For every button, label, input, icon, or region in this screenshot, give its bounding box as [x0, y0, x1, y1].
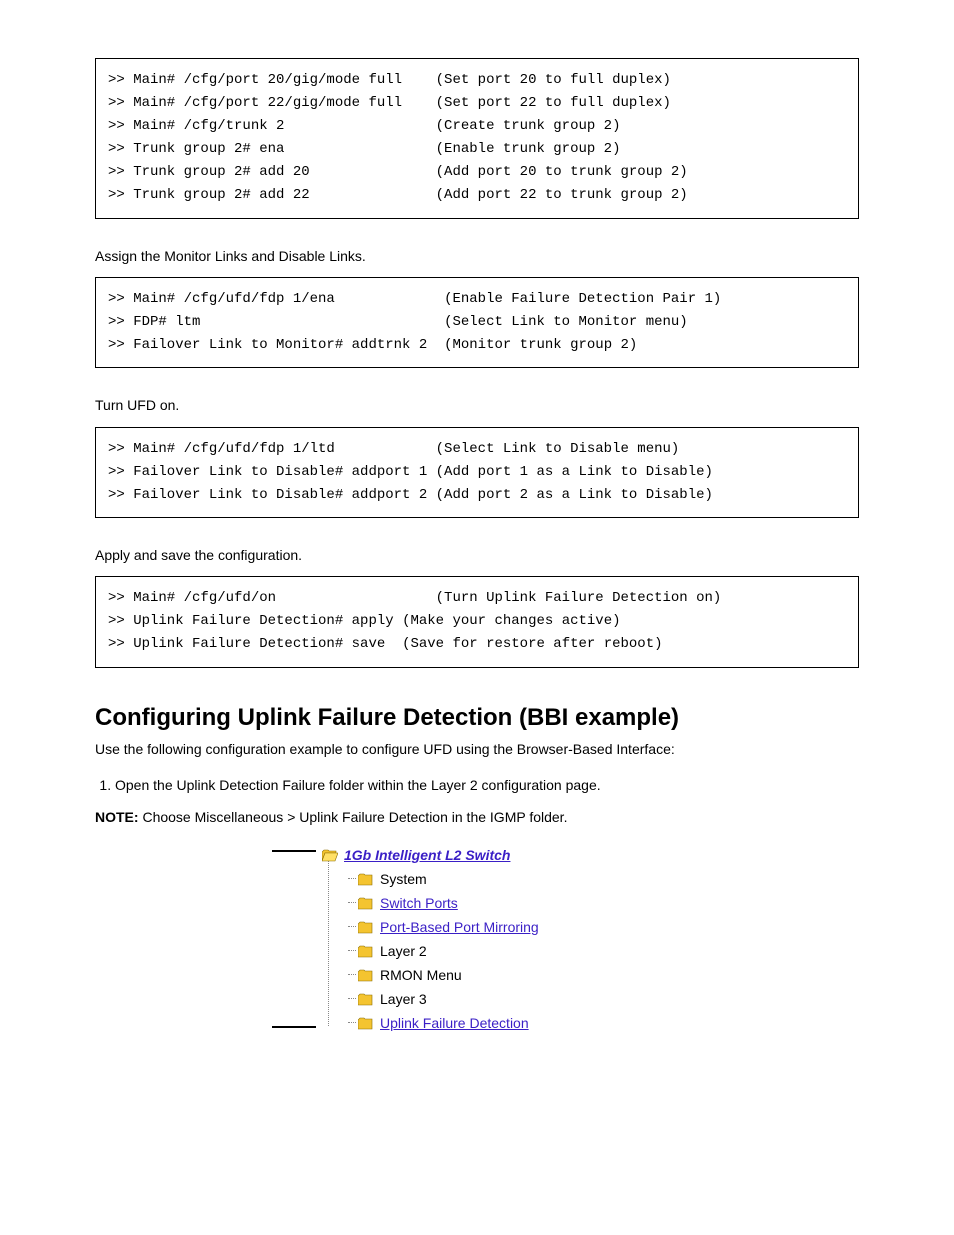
tree-item-label: Layer 2 — [380, 943, 427, 959]
box1-line: >> Main# /cfg/trunk 2 (Create trunk grou… — [108, 115, 846, 138]
box2-line: >> Main# /cfg/ufd/fdp 1/ena (Enable Fail… — [108, 288, 846, 311]
paragraph-apply-save: Apply and save the configuration. — [95, 544, 859, 566]
cli-comment: (Set port 20 to full duplex) — [436, 69, 671, 92]
cli-comment: (Save for restore after reboot) — [402, 633, 662, 656]
box1-line: >> Main# /cfg/port 22/gig/mode full (Set… — [108, 92, 846, 115]
folder-closed-icon — [358, 921, 374, 934]
cli-command: >> Failover Link to Disable# addport 1 — [108, 461, 436, 484]
box1-line: >> Trunk group 2# add 22 (Add port 22 to… — [108, 184, 846, 207]
folder-closed-icon — [358, 969, 374, 982]
paragraph-assign-links: Assign the Monitor Links and Disable Lin… — [95, 245, 859, 267]
nav-tree: 1Gb Intelligent L2 Switch System Switch Po… — [322, 843, 632, 1035]
tree-callout-line-bottom — [272, 1026, 316, 1028]
cli-command: >> Trunk group 2# ena — [108, 138, 436, 161]
folder-closed-icon — [358, 1017, 374, 1030]
box4-line: >> Main# /cfg/ufd/on (Turn Uplink Failur… — [108, 587, 846, 610]
cli-command: >> Failover Link to Disable# addport 2 — [108, 484, 436, 507]
tree-item-label: RMON Menu — [380, 967, 462, 983]
cli-comment: (Add port 2 as a Link to Disable) — [436, 484, 713, 507]
box1-line: >> Trunk group 2# add 20 (Add port 20 to… — [108, 161, 846, 184]
box3-line: >> Failover Link to Disable# addport 2 (… — [108, 484, 846, 507]
box2-line: >> FDP# ltm (Select Link to Monitor menu… — [108, 311, 846, 334]
folder-closed-icon — [358, 993, 374, 1006]
note-text: Choose Miscellaneous > Uplink Failure De… — [139, 809, 568, 825]
cli-comment: (Enable trunk group 2) — [436, 138, 621, 161]
cli-command: >> Main# /cfg/ufd/on — [108, 587, 436, 610]
code-box-1: >> Main# /cfg/port 20/gig/mode full (Set… — [95, 58, 859, 219]
box3-line: >> Failover Link to Disable# addport 1 (… — [108, 461, 846, 484]
box1-line: >> Main# /cfg/port 20/gig/mode full (Set… — [108, 69, 846, 92]
tree-root-label[interactable]: 1Gb Intelligent L2 Switch — [344, 847, 510, 863]
cli-command: >> Trunk group 2# add 20 — [108, 161, 436, 184]
box4-line: >> Uplink Failure Detection# save (Save … — [108, 633, 846, 656]
box1-line: >> Trunk group 2# ena (Enable trunk grou… — [108, 138, 846, 161]
cli-command: >> FDP# ltm — [108, 311, 444, 334]
tree-item-label[interactable]: Port-Based Port Mirroring — [380, 919, 539, 935]
cli-command: >> Main# /cfg/port 22/gig/mode full — [108, 92, 436, 115]
cli-comment: (Select Link to Disable menu) — [436, 438, 680, 461]
tree-root[interactable]: 1Gb Intelligent L2 Switch System Switch Po… — [322, 843, 632, 1035]
cli-command: >> Main# /cfg/ufd/fdp 1/ena — [108, 288, 444, 311]
cli-comment: (Add port 22 to trunk group 2) — [436, 184, 688, 207]
cli-comment: (Add port 20 to trunk group 2) — [436, 161, 688, 184]
step-1: Open the Uplink Detection Failure folder… — [115, 774, 859, 796]
box4-line: >> Uplink Failure Detection# apply (Make… — [108, 610, 846, 633]
cli-command: >> Main# /cfg/ufd/fdp 1/ltd — [108, 438, 436, 461]
tree-item[interactable]: RMON Menu — [342, 963, 632, 987]
cli-comment: (Enable Failure Detection Pair 1) — [444, 288, 721, 311]
folder-open-icon — [322, 849, 338, 862]
tree-item-label[interactable]: Switch Ports — [380, 895, 458, 911]
cli-comment: (Turn Uplink Failure Detection on) — [436, 587, 722, 610]
cli-command: >> Trunk group 2# add 22 — [108, 184, 436, 207]
box3-line: >> Main# /cfg/ufd/fdp 1/ltd (Select Link… — [108, 438, 846, 461]
code-box-3: >> Main# /cfg/ufd/fdp 1/ltd (Select Link… — [95, 427, 859, 518]
tree-item[interactable]: Layer 2 — [342, 939, 632, 963]
tree-item[interactable]: System — [342, 867, 632, 891]
tree-item[interactable]: Uplink Failure Detection — [342, 1011, 632, 1035]
note-block: NOTE: Choose Miscellaneous > Uplink Fail… — [95, 806, 859, 828]
cli-comment: (Create trunk group 2) — [436, 115, 621, 138]
box2-line: >> Failover Link to Monitor# addtrnk 2 (… — [108, 334, 846, 357]
tree-callout-line-top — [272, 850, 316, 852]
paragraph-turn-ufd-on: Turn UFD on. — [95, 394, 859, 416]
cli-comment: (Set port 22 to full duplex) — [436, 92, 671, 115]
folder-closed-icon — [358, 873, 374, 886]
cli-comment: (Add port 1 as a Link to Disable) — [436, 461, 713, 484]
code-box-2: >> Main# /cfg/ufd/fdp 1/ena (Enable Fail… — [95, 277, 859, 368]
folder-closed-icon — [358, 945, 374, 958]
code-box-4: >> Main# /cfg/ufd/on (Turn Uplink Failur… — [95, 576, 859, 667]
tree-item[interactable]: Switch Ports — [342, 891, 632, 915]
bbi-intro-text: Use the following configuration example … — [95, 738, 859, 760]
tree-item[interactable]: Layer 3 — [342, 987, 632, 1011]
folder-closed-icon — [358, 897, 374, 910]
note-label: NOTE: — [95, 809, 139, 825]
tree-item-label[interactable]: Uplink Failure Detection — [380, 1015, 529, 1031]
step-1-text: Open the Uplink Detection Failure folder… — [115, 777, 601, 793]
tree-item-label: System — [380, 871, 427, 887]
cli-comment: (Make your changes active) — [402, 610, 620, 633]
tree-item[interactable]: Port-Based Port Mirroring — [342, 915, 632, 939]
cli-comment: (Select Link to Monitor menu) — [444, 311, 688, 334]
cli-command: >> Main# /cfg/trunk 2 — [108, 115, 436, 138]
cli-command: >> Uplink Failure Detection# apply — [108, 610, 402, 633]
cli-command: >> Failover Link to Monitor# addtrnk 2 — [108, 334, 444, 357]
tree-item-label: Layer 3 — [380, 991, 427, 1007]
cli-command: >> Uplink Failure Detection# save — [108, 633, 402, 656]
section-heading-bbi: Configuring Uplink Failure Detection (BB… — [95, 704, 859, 732]
cli-comment: (Monitor trunk group 2) — [444, 334, 637, 357]
cli-command: >> Main# /cfg/port 20/gig/mode full — [108, 69, 436, 92]
